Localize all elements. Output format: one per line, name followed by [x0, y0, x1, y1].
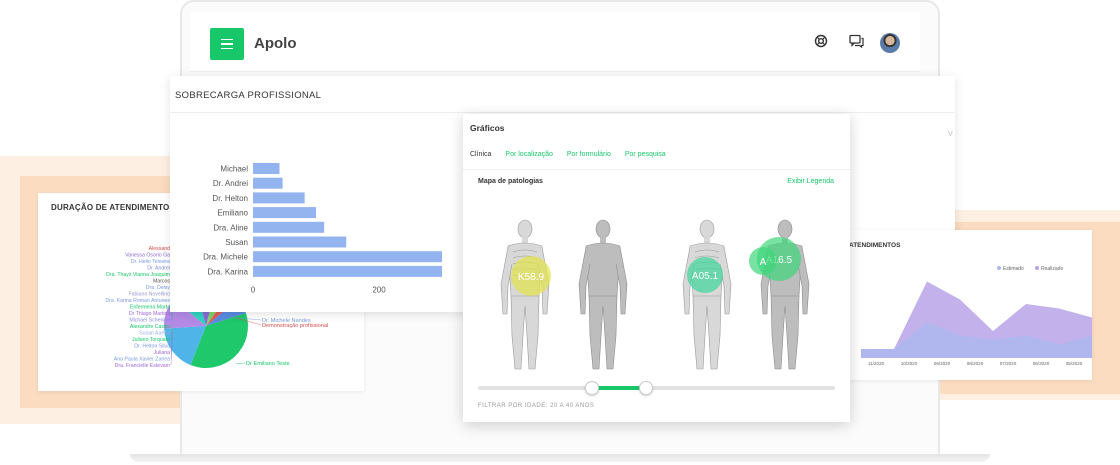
pie-label: Alessand [149, 246, 170, 252]
pie-label: Vanessa Osorio Ga [125, 253, 170, 259]
pie-label: Dra. Deisy [146, 285, 171, 291]
pie-label: Fabiano Novellino [128, 292, 170, 298]
atendimentos-area-chart: Estimado Realizado 11/2020 10/2020 09/2020 08… [861, 266, 1092, 366]
legend-marker [997, 266, 1001, 270]
x-tick-label: 06/2020 [1033, 361, 1050, 366]
pie-label: Dra. Francielle Estevam [115, 363, 170, 369]
bar [253, 177, 283, 189]
bar-category-label: Dr. Andrei [213, 179, 248, 188]
bar [253, 265, 442, 277]
pie-label: Dr. Helio Teixeira [131, 259, 170, 265]
pie-label: Michael Schenkel [129, 318, 170, 324]
cropped-label: V [948, 131, 953, 138]
pathology-hotspot-label: A [760, 257, 767, 268]
x-tick-label: 10/2020 [901, 361, 918, 366]
stage: Apolo DURAÇÃO DE ATENDIMENTOS Alessand Va… [0, 0, 1120, 465]
bar-category-label: Emiliano [217, 209, 248, 218]
menu-button[interactable] [210, 28, 244, 60]
body-legs [510, 295, 540, 370]
pie-label: Dr Thiago Martins [129, 311, 171, 317]
bar [253, 163, 280, 174]
x-tick-label: 09/2020 [934, 361, 951, 366]
pie-label: Juliano Torquato [132, 337, 170, 343]
body-neck [600, 237, 606, 243]
body-legs [692, 295, 722, 370]
pie-label: Dra. Karina Romao Antunes [105, 298, 170, 304]
legend-marker [1035, 266, 1039, 270]
pie-label: Dra. Thays Vianna Joaquim [106, 272, 170, 278]
chat-icon[interactable] [847, 34, 865, 52]
legend-label: Estimado [1003, 266, 1024, 272]
pie-label: Demonstração profissional [262, 323, 328, 329]
pie-label: Alexandre Castro [130, 324, 170, 330]
menu-icon [221, 47, 233, 50]
bar-category-label: Dra. Karina [208, 267, 249, 276]
body-head [517, 219, 533, 239]
app-header [190, 12, 920, 72]
pathology-body-map: K58.9 A05.1A16.5A [500, 219, 810, 370]
pathology-hotspot-label: A05.1 [692, 271, 719, 282]
menu-icon [221, 43, 233, 45]
legend-label: Realizado [1041, 266, 1063, 272]
body-neck [704, 237, 710, 243]
x-tick-label: 0 [251, 286, 256, 295]
body-legs [588, 295, 618, 370]
slider-handle-min[interactable] [585, 381, 600, 395]
bar [253, 207, 316, 219]
x-tick-label: 11/2020 [868, 361, 885, 366]
age-filter-label: FILTRAR POR IDADE: 20 A 40 ANOS [478, 403, 595, 409]
pie-leader-line [235, 362, 246, 364]
bar [253, 192, 305, 204]
pie-label: Juliana [154, 350, 171, 356]
bar-category-label: Dra. Aline [213, 223, 248, 232]
age-range-slider[interactable] [478, 381, 835, 395]
x-tick-label: 08/2020 [967, 361, 984, 366]
lifebuoy-icon[interactable] [812, 34, 830, 52]
card-graficos: Gráficos Clínica Por localização Por for… [463, 114, 850, 422]
body-neck [522, 237, 528, 243]
bar-category-label: Susan [225, 238, 248, 247]
bar-category-label: Dr. Helton [212, 194, 248, 203]
x-tick-label: 05/2020 [1066, 361, 1083, 366]
body-torso [585, 242, 621, 300]
pie-label: Ana Paula Xavier Zanea [114, 357, 170, 363]
body-legs [770, 295, 800, 370]
pie-label: Marcos [153, 279, 170, 285]
pie-label: Dr. Andrei [147, 266, 170, 272]
pie-label: Dr. Helton Silva [134, 344, 170, 350]
avatar[interactable] [880, 33, 900, 53]
bar [253, 221, 325, 233]
body-head [777, 219, 793, 239]
bar [253, 251, 442, 263]
slider-fill [592, 386, 646, 390]
pie-label: Dr Emiliano Teste [246, 361, 290, 367]
pie-label: Enfermeira Marta [130, 305, 170, 311]
bar-category-label: Michael [220, 165, 248, 174]
pathology-hotspot-label: K58.9 [518, 272, 545, 283]
monitor-base [130, 454, 990, 462]
card-atendimentos: ATENDIMENTOS Estimado Realizado 11/2020 10/… [845, 230, 1092, 380]
slider-handle-max[interactable] [638, 381, 653, 395]
bar [253, 236, 347, 248]
menu-icon [221, 38, 233, 41]
x-tick-label: 200 [372, 286, 386, 295]
pie-label: Susan Aaerts [139, 331, 170, 337]
bar-category-label: Dra. Michele [203, 253, 248, 262]
x-tick-label: 07/2020 [1000, 361, 1017, 366]
body-head [699, 219, 715, 239]
body-head [595, 219, 611, 239]
app-title: Apolo [254, 35, 297, 52]
